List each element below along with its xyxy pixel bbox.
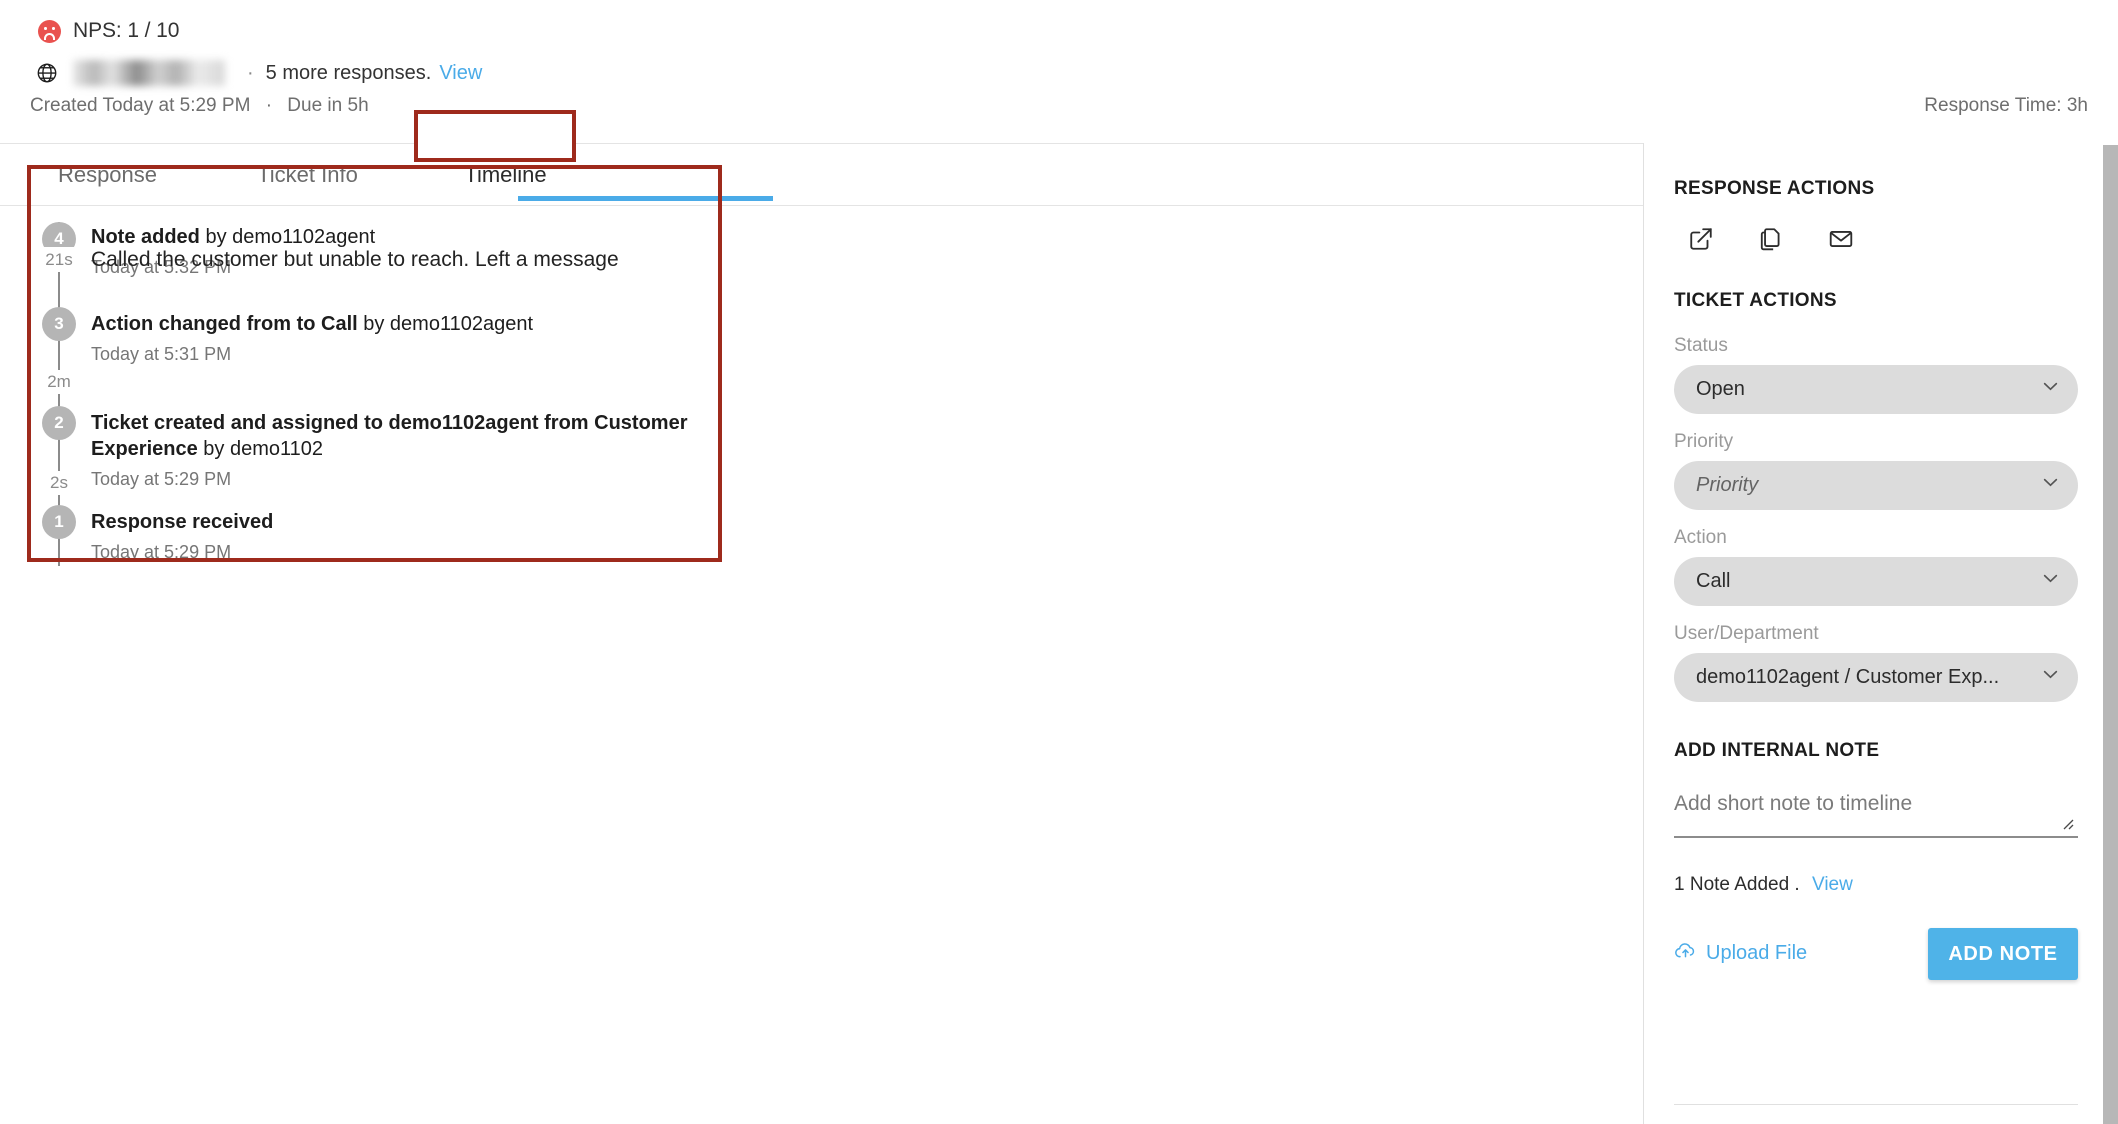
response-actions-title: RESPONSE ACTIONS: [1674, 178, 1875, 199]
add-note-button[interactable]: ADD NOTE: [1928, 928, 2078, 980]
nps-score-label: NPS: 1 / 10: [73, 19, 180, 42]
timeline-item-title-plain: by demo1102: [197, 438, 324, 460]
external-link-icon[interactable]: [1688, 226, 1714, 252]
status-field-label: Status: [1674, 335, 1728, 356]
upload-file-button[interactable]: Upload File: [1674, 941, 1807, 966]
created-timestamp: Created Today at 5:29 PM: [30, 95, 251, 116]
chevron-down-icon: [2043, 382, 2058, 391]
ticket-sidebar: RESPONSE ACTIONS TICKET ACTIONS Status O…: [1644, 143, 2108, 1124]
cloud-upload-icon: [1674, 941, 1697, 966]
textarea-resize-grip[interactable]: [2058, 814, 2074, 830]
timeline-item-title: Note added by demo1102agent: [91, 224, 721, 250]
internal-note-field[interactable]: Add short note to timeline: [1674, 792, 2078, 848]
due-label: Due in 5h: [287, 95, 369, 116]
view-responses-link[interactable]: View: [439, 62, 482, 85]
globe-icon: [36, 62, 58, 84]
timeline-item-title: Ticket created and assigned to demo1102a…: [91, 410, 721, 462]
timeline-item-3: Action changed from to Call by demo1102a…: [91, 311, 721, 365]
timeline-item-title-bold: Response received: [91, 511, 274, 533]
redacted-url: [73, 60, 225, 86]
timeline-item-time: Today at 5:31 PM: [91, 344, 232, 364]
ticket-actions-title: TICKET ACTIONS: [1674, 290, 1837, 311]
timeline-node-3: 3: [42, 307, 76, 341]
priority-select-value: Priority: [1696, 474, 1759, 496]
timeline-node-2: 2: [42, 406, 76, 440]
page-scrollbar[interactable]: [2103, 145, 2118, 1124]
user-department-select[interactable]: demo1102agent / Customer Exp...: [1674, 653, 2078, 702]
active-tab-underline: [518, 196, 773, 201]
nps-row: NPS: 1 / 10: [38, 19, 179, 43]
timeline-gap-2s: 2s: [42, 471, 76, 495]
timeline-item-title-plain: by demo1102agent: [357, 313, 534, 335]
priority-field-label: Priority: [1674, 431, 1734, 452]
timeline-note-text: Called the customer but unable to reach.…: [91, 248, 619, 271]
upload-file-label: Upload File: [1706, 942, 1808, 964]
notes-added-count: 1 Note Added .: [1674, 874, 1800, 895]
response-time-label: Response Time: 3h: [1924, 95, 2088, 116]
ticket-detail-page: NPS: 1 / 10 · 5 more responses. View Cre…: [0, 0, 2118, 1124]
source-url-row: · 5 more responses. View: [36, 60, 482, 86]
envelope-icon[interactable]: [1828, 226, 1854, 252]
timeline-item-2: Ticket created and assigned to demo1102a…: [91, 410, 721, 490]
copy-icon[interactable]: [1758, 226, 1784, 252]
status-select-value: Open: [1696, 378, 1745, 400]
meta-separator: ·: [265, 95, 273, 116]
notes-added-row: 1 Note Added . View: [1674, 874, 2078, 896]
timeline-item-title-bold: Action changed from to Call: [91, 313, 358, 335]
internal-note-placeholder: Add short note to timeline: [1674, 792, 1913, 815]
timeline-list: 4 Note added by demo1102agent Today at 5…: [28, 222, 722, 566]
timeline-item-title-bold: Note added: [91, 226, 200, 248]
internal-note-underline: [1674, 836, 2078, 838]
user-department-field-label: User/Department: [1674, 623, 1819, 644]
add-internal-note-title: ADD INTERNAL NOTE: [1674, 740, 1880, 761]
action-select-value: Call: [1696, 570, 1731, 592]
ticket-tabs: Response Ticket Info Timeline: [0, 143, 1643, 206]
more-responses-label: 5 more responses.: [265, 61, 432, 84]
ticket-meta-row: Created Today at 5:29 PM · Due in 5h: [30, 95, 369, 117]
action-field-label: Action: [1674, 527, 1727, 548]
url-separator: ·: [247, 61, 254, 84]
timeline-gap-21s: 21s: [42, 248, 76, 272]
timeline-item-title: Action changed from to Call by demo1102a…: [91, 311, 721, 337]
action-select[interactable]: Call: [1674, 557, 2078, 606]
status-select[interactable]: Open: [1674, 365, 2078, 414]
timeline-item-title-plain: by demo1102agent: [199, 226, 376, 248]
chevron-down-icon: [2043, 478, 2058, 487]
priority-select[interactable]: Priority: [1674, 461, 2078, 510]
response-actions-icons: [1674, 226, 2078, 252]
chevron-down-icon: [2043, 574, 2058, 583]
notes-view-link[interactable]: View: [1812, 874, 1853, 895]
timeline-item-1: Response received Today at 5:29 PM: [91, 509, 721, 563]
user-department-select-value: demo1102agent / Customer Exp...: [1696, 666, 2000, 688]
timeline-node-1: 1: [42, 505, 76, 539]
tab-ticket-info[interactable]: Ticket Info: [220, 144, 395, 206]
timeline-item-title: Response received: [91, 509, 721, 535]
sidebar-bottom-rule: [1674, 1104, 2078, 1105]
timeline-item-time: Today at 5:29 PM: [91, 469, 232, 489]
chevron-down-icon: [2043, 670, 2058, 679]
timeline-note-entry: Called the customer but unable to reach.…: [91, 248, 721, 272]
sad-face-icon: [38, 19, 61, 43]
timeline-item-time: Today at 5:29 PM: [91, 542, 232, 562]
timeline-item-title-bold: Ticket created and assigned to demo1102a…: [91, 412, 688, 460]
tab-response[interactable]: Response: [20, 144, 195, 206]
ticket-header: NPS: 1 / 10 · 5 more responses. View Cre…: [0, 0, 2118, 143]
timeline-gap-2m: 2m: [42, 370, 76, 394]
